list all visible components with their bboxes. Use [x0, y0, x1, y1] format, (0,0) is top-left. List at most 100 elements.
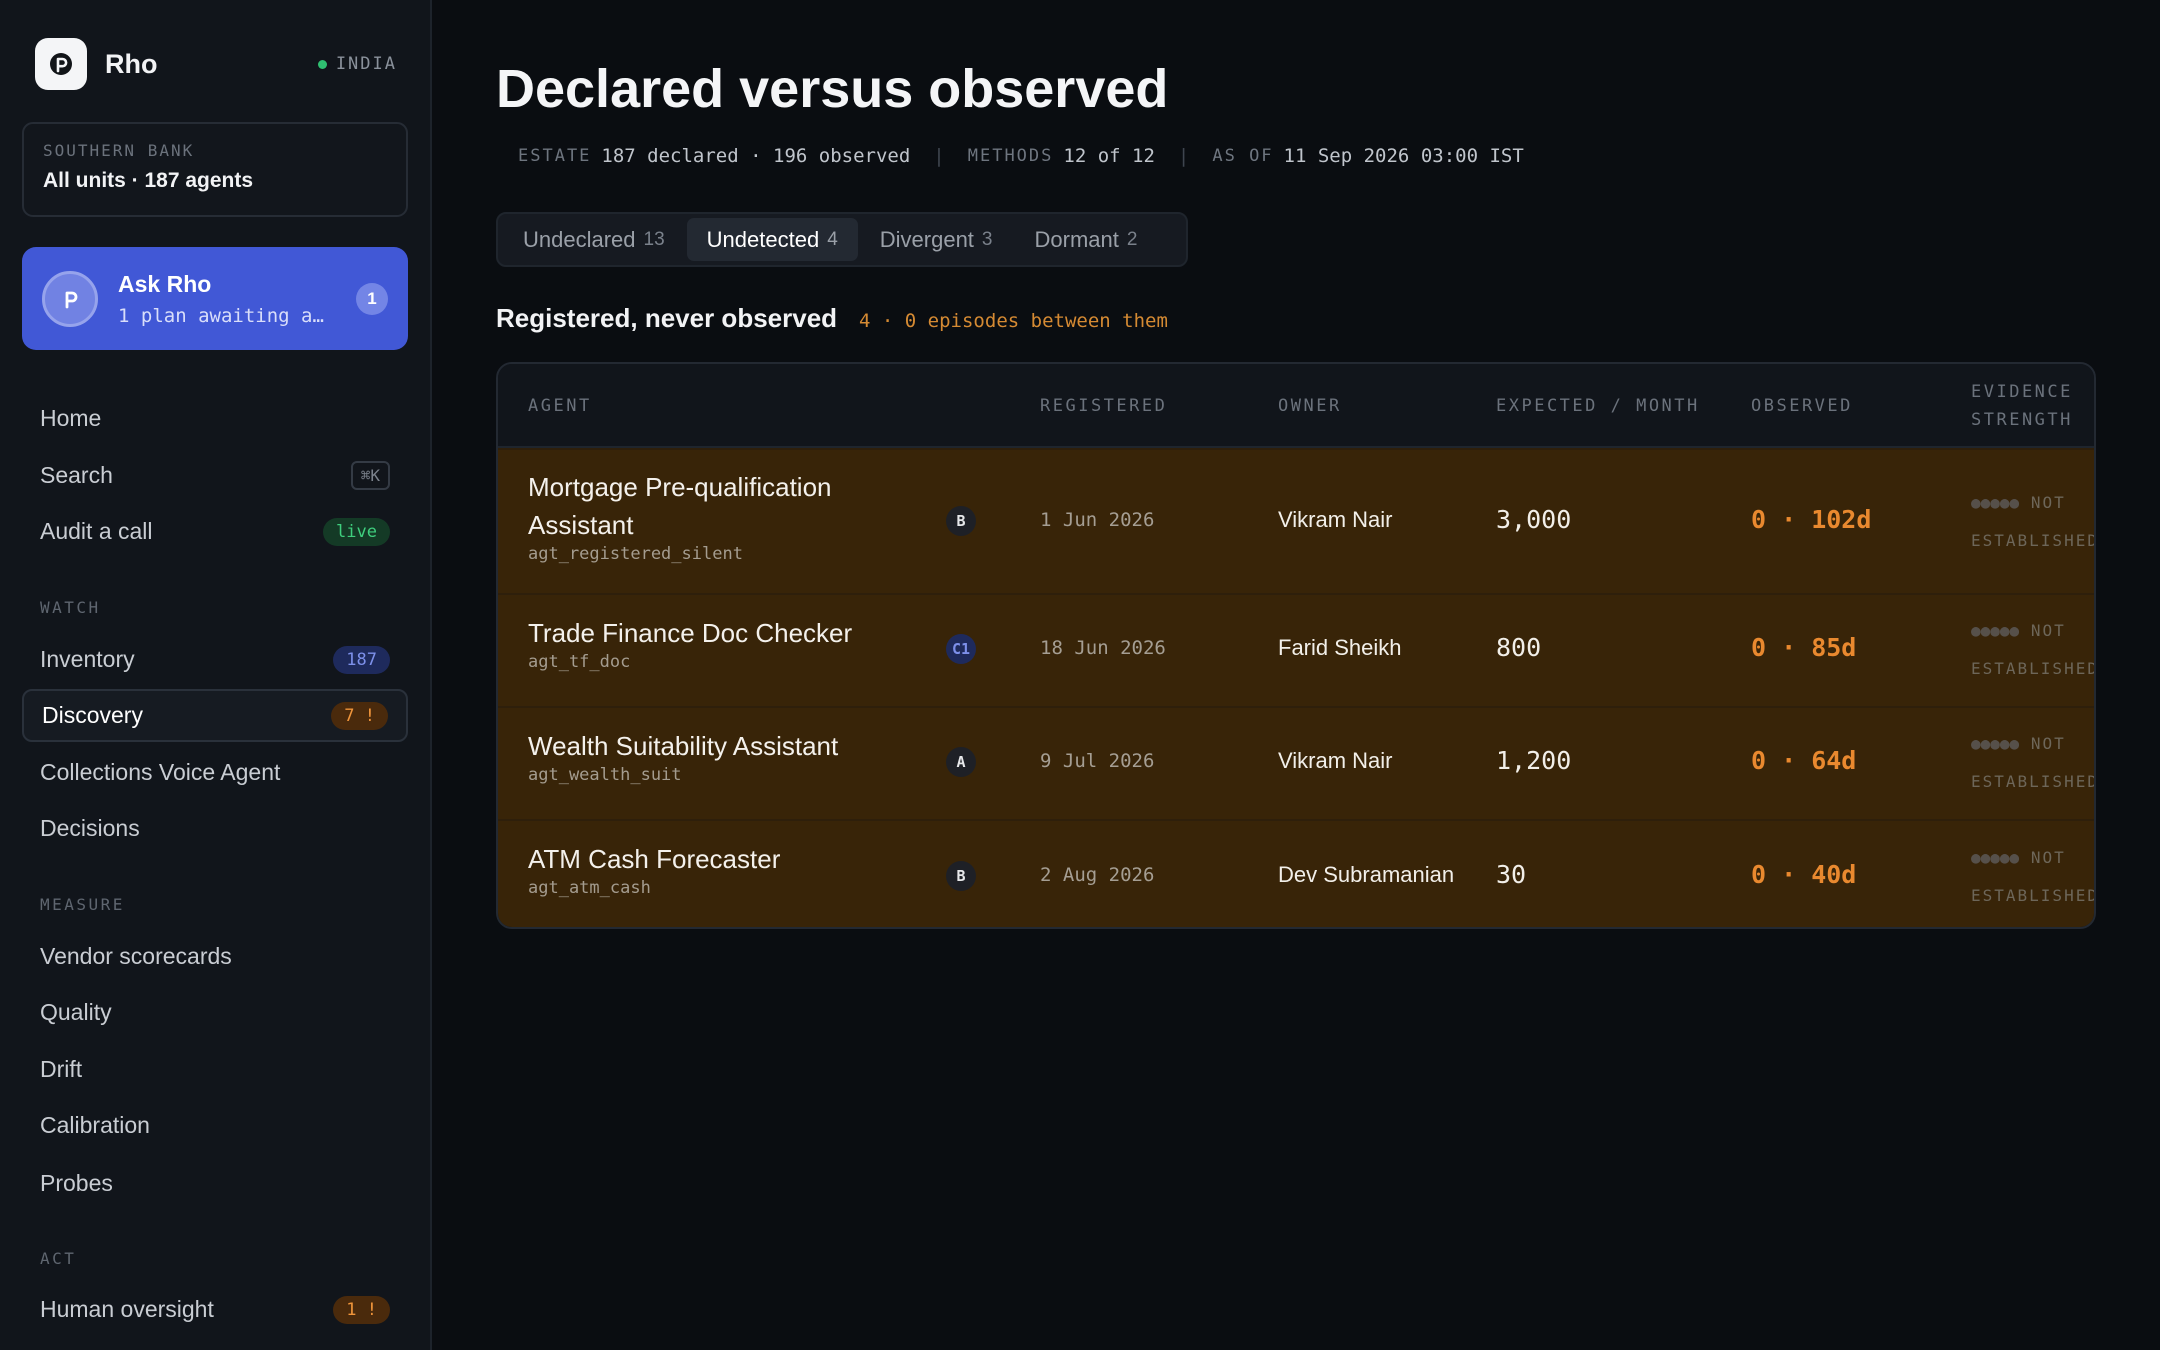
nav-decisions[interactable]: Decisions [22, 802, 408, 855]
table-row[interactable]: ATM Cash Forecaster agt_atm_cash B 2 Aug… [498, 819, 2094, 927]
col-evidence-strength[interactable]: EVIDENCE STRENGTH [1971, 378, 2073, 434]
nav-quality[interactable]: Quality [22, 986, 408, 1039]
tab-dormant-label: Dormant [1034, 226, 1119, 252]
col-agent[interactable]: AGENT [528, 392, 592, 420]
scope-value: All units · 187 agents [43, 169, 254, 192]
agent-cell: Wealth Suitability Assistant agt_wealth_… [528, 727, 888, 785]
tab-divergent-label: Divergent [879, 226, 974, 252]
inventory-count-badge: 187 [333, 645, 390, 674]
nav-vendor-scorecards[interactable]: Vendor scorecards [22, 930, 408, 983]
table-row[interactable]: Trade Finance Doc Checker agt_tf_doc C1 … [498, 593, 2094, 706]
ask-rho-text: Ask Rho 1 plan awaiting a… [118, 271, 356, 327]
nav-collections-voice-agent[interactable]: Collections Voice Agent [22, 746, 408, 799]
meta-divider: | [933, 145, 945, 167]
registered-date: 18 Jun 2026 [1040, 637, 1166, 659]
section-header: Registered, never observed 4 · 0 episode… [496, 303, 1168, 334]
observed-value: 0 · 64d [1751, 746, 1857, 775]
col-evidence-line-2: STRENGTH [1971, 410, 2073, 430]
evidence-dots-icon: ●●●●● [1971, 734, 2020, 753]
methods-label: METHODS [967, 146, 1054, 166]
tab-divergent[interactable]: Divergent 3 [860, 218, 1013, 261]
nav-calibration[interactable]: Calibration [22, 1099, 408, 1152]
expected-per-month: 800 [1496, 633, 1542, 662]
nav-discovery[interactable]: Discovery 7 ! [22, 689, 408, 742]
table-row[interactable]: Mortgage Pre-qualification Assistant agt… [498, 448, 2096, 593]
owner-name: Dev Subramanian [1278, 862, 1455, 887]
registered-date: 1 Jun 2026 [1040, 509, 1155, 531]
agent-name: Trade Finance Doc Checker [528, 618, 853, 648]
tab-undeclared[interactable]: Undeclared 13 [503, 218, 685, 261]
nav-probes-label: Probes [40, 1170, 113, 1196]
discovery-alert-badge: 7 ! [331, 701, 388, 730]
evidence-strength: ●●●●● NOT ESTABLISHED [1971, 612, 2094, 688]
tab-undeclared-count: 13 [643, 228, 665, 250]
evidence-line-2: ESTABLISHED [1971, 531, 2096, 550]
agent-name: Mortgage Pre-qualification Assistant [528, 472, 832, 540]
agent-cell: Trade Finance Doc Checker agt_tf_doc [528, 614, 888, 672]
agent-id: agt_wealth_suit [528, 765, 682, 785]
col-owner[interactable]: OWNER [1278, 392, 1342, 420]
tab-undetected-count: 4 [827, 228, 838, 250]
evidence-line-1: NOT [2030, 734, 2066, 753]
evidence-line-1: NOT [2030, 493, 2066, 512]
section-act: ACT [40, 1249, 77, 1268]
agent-cell: Mortgage Pre-qualification Assistant agt… [528, 468, 888, 564]
evidence-strength: ●●●●● NOT ESTABLISHED [1971, 839, 2094, 915]
table-row[interactable]: Wealth Suitability Assistant agt_wealth_… [498, 706, 2094, 819]
tier-badge: A [946, 747, 976, 777]
col-observed[interactable]: OBSERVED [1751, 392, 1853, 420]
ask-rho-button[interactable]: Ask Rho 1 plan awaiting a… 1 [22, 247, 408, 350]
section-watch: WATCH [40, 598, 101, 617]
sidebar: Rho INDIA SOUTHERN BANK All units · 187 … [0, 0, 432, 1350]
section-note: 4 · 0 episodes between them [859, 310, 1168, 332]
agent-id: agt_registered_silent [528, 544, 743, 564]
nav-home[interactable]: Home [22, 392, 408, 445]
nav-audit-call[interactable]: Audit a call live [22, 505, 408, 558]
evidence-strength: ●●●●● NOT ESTABLISHED [1971, 484, 2096, 560]
undetected-agents-table: AGENT REGISTERED OWNER EXPECTED / MONTH … [496, 362, 2096, 929]
tier-badge: B [946, 861, 976, 891]
nav-human-oversight[interactable]: Human oversight 1 ! [22, 1283, 408, 1336]
nav-collections-label: Collections Voice Agent [40, 759, 281, 785]
nav-drift[interactable]: Drift [22, 1043, 408, 1096]
scope-selector[interactable]: SOUTHERN BANK All units · 187 agents [22, 122, 408, 217]
nav-discovery-label: Discovery [42, 702, 143, 728]
agent-id: agt_tf_doc [528, 652, 631, 672]
nav-quality-label: Quality [40, 999, 112, 1025]
tab-undetected-label: Undetected [706, 226, 820, 252]
nav-inventory[interactable]: Inventory 187 [22, 633, 408, 686]
page-title: Declared versus observed [496, 59, 1169, 119]
tab-undetected[interactable]: Undetected 4 [686, 218, 858, 261]
col-registered[interactable]: REGISTERED [1040, 392, 1167, 420]
ask-rho-title: Ask Rho [118, 270, 212, 297]
evidence-strength: ●●●●● NOT ESTABLISHED [1971, 725, 2094, 801]
section-measure: MEASURE [40, 895, 125, 914]
nav-calibration-label: Calibration [40, 1112, 150, 1138]
scope-label: SOUTHERN BANK [43, 141, 195, 160]
brand: Rho INDIA [35, 38, 397, 90]
asof-label: AS OF [1212, 146, 1274, 166]
observed-value: 0 · 85d [1751, 633, 1857, 662]
agent-cell: ATM Cash Forecaster agt_atm_cash [528, 840, 888, 898]
tab-undeclared-label: Undeclared [523, 226, 636, 252]
owner-name: Farid Sheikh [1278, 635, 1402, 660]
region-indicator[interactable]: INDIA [317, 54, 397, 74]
brand-name: Rho [105, 48, 158, 79]
estate-value: 187 declared · 196 observed [601, 145, 911, 167]
tab-dormant[interactable]: Dormant 2 [1015, 218, 1158, 261]
rho-logo-icon[interactable] [35, 38, 87, 90]
registered-date: 2 Aug 2026 [1040, 864, 1155, 886]
owner-name: Vikram Nair [1278, 748, 1393, 773]
nav-decisions-label: Decisions [40, 815, 140, 841]
nav-probes[interactable]: Probes [22, 1157, 408, 1210]
agent-name: Wealth Suitability Assistant [528, 731, 839, 761]
owner-name: Vikram Nair [1278, 507, 1393, 532]
nav-inventory-label: Inventory [40, 646, 135, 672]
col-expected[interactable]: EXPECTED / MONTH [1496, 392, 1700, 420]
region-label: INDIA [335, 54, 397, 74]
methods-value: 12 of 12 [1063, 145, 1155, 167]
nav-search[interactable]: Search ⌘K [22, 449, 408, 502]
observed-value: 0 · 40d [1751, 860, 1857, 889]
col-evidence-line-1: EVIDENCE [1971, 382, 2073, 402]
expected-per-month: 1,200 [1496, 746, 1572, 775]
